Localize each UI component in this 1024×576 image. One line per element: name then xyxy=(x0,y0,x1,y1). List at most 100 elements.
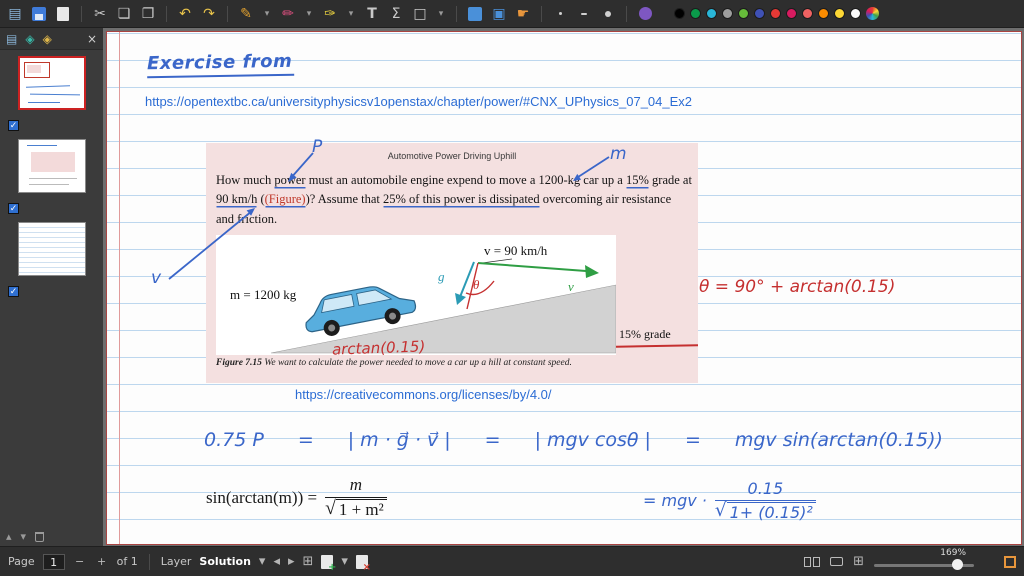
toolbar-separator xyxy=(81,5,82,22)
prev-annotated-page-icon[interactable]: ◂ xyxy=(273,554,280,569)
color-swatch[interactable] xyxy=(818,8,829,19)
copy-icon[interactable]: ❏ xyxy=(115,4,133,24)
shape-dropdown-icon[interactable]: ▾ xyxy=(435,4,447,24)
next-annotated-page-icon[interactable]: ▸ xyxy=(288,554,295,569)
active-color-dot xyxy=(638,7,652,20)
highlighter-tool-icon[interactable]: ✏ xyxy=(279,4,297,24)
active-color-icon[interactable] xyxy=(636,4,654,24)
new-document-icon[interactable] xyxy=(54,4,72,24)
selection-square-icon xyxy=(468,6,482,21)
text-tool-icon[interactable]: T xyxy=(363,4,381,24)
app-window: ▤ ✂ ❏ ❐ ↶ ↷ ✎ ▾ ✏ ▾ ✑ ▾ T Σ □ ▾ ▣ ☛ ▤ ◈ … xyxy=(0,0,1024,576)
color-swatch[interactable] xyxy=(754,8,765,19)
zoom-slider-handle[interactable] xyxy=(952,558,963,570)
select-tool-icon[interactable] xyxy=(466,4,484,24)
arrow-v xyxy=(168,210,253,280)
page-checkbox-3[interactable]: ✓ xyxy=(8,286,19,297)
zoom-level-label: 169% xyxy=(940,547,966,558)
close-sidebar-icon[interactable]: × xyxy=(87,32,97,46)
page-thumbnail-2[interactable] xyxy=(17,139,86,193)
toolbar-separator xyxy=(166,5,167,22)
trig-identity-formula: sin(arctan(m)) = m √ 1 + m² xyxy=(206,475,387,520)
layer-dropdown-icon[interactable]: ▾ xyxy=(259,554,266,569)
color-swatch[interactable] xyxy=(786,8,797,19)
line-width-fine-icon[interactable] xyxy=(551,4,569,24)
color-swatch[interactable] xyxy=(738,8,749,19)
grid-snap-icon[interactable]: ⊞ xyxy=(303,554,314,569)
floppy-icon xyxy=(32,6,46,21)
pages-tab-icon[interactable]: ▤ xyxy=(6,32,17,46)
color-swatch[interactable] xyxy=(770,8,781,19)
toolbar-separator xyxy=(227,5,228,22)
redo-icon[interactable]: ↷ xyxy=(200,4,218,24)
work-equation-line: 0.75 P = | m · g⃗ · v⃗ | = | mgv cosθ | … xyxy=(204,429,943,451)
thumb1-sketch xyxy=(26,65,41,73)
marker-tool-icon[interactable]: ✑ xyxy=(321,4,339,24)
status-bar: Page 1 − + of 1 Layer Solution ▾ ◂ ▸ ⊞ +… xyxy=(0,546,1024,576)
canvas-area: Exercise from https://opentextbc.ca/univ… xyxy=(103,28,1024,546)
cut-icon[interactable]: ✂ xyxy=(91,4,109,24)
menu-icon[interactable]: ▤ xyxy=(6,4,24,24)
paste-icon[interactable]: ❐ xyxy=(139,4,157,24)
sidebar-tabs: ▤ ◈ ◈ × xyxy=(0,28,103,50)
page-checkbox-1[interactable]: ✓ xyxy=(8,120,19,131)
page-checkbox-2[interactable]: ✓ xyxy=(8,203,19,214)
annotation-arrows-svg xyxy=(168,152,610,280)
sidebar-bottom-toolbar: ▴ ▾ xyxy=(6,530,45,543)
zoom-control: 169% xyxy=(874,547,994,576)
marker-dropdown-icon[interactable]: ▾ xyxy=(345,4,357,24)
color-swatch[interactable] xyxy=(690,8,701,19)
page-thumbnail-3[interactable] xyxy=(17,222,86,276)
math-tool-icon[interactable]: Σ xyxy=(387,4,405,24)
add-page-dropdown-icon[interactable]: ▾ xyxy=(341,554,348,569)
move-page-up-icon[interactable]: ▴ xyxy=(6,530,12,543)
page-thumbnail-1[interactable] xyxy=(17,56,86,110)
layerstack-tab-icon[interactable]: ◈ xyxy=(43,32,52,46)
add-page-icon[interactable]: + xyxy=(321,554,336,573)
toolbar-separator xyxy=(541,5,542,22)
layer-select-value[interactable]: Solution xyxy=(199,555,251,568)
color-swatch[interactable] xyxy=(674,8,685,19)
delete-page-icon-statusbar[interactable]: × xyxy=(355,554,371,573)
save-icon[interactable] xyxy=(30,4,48,24)
page-count-label: of 1 xyxy=(116,555,138,568)
fullscreen-icon[interactable] xyxy=(1004,555,1016,568)
dual-page-view-icon[interactable] xyxy=(804,556,821,567)
toolbar-separator xyxy=(626,5,627,22)
presentation-mode-icon[interactable] xyxy=(830,557,844,566)
color-picker-icon[interactable] xyxy=(866,7,879,20)
grid-view-icon[interactable]: ⊞ xyxy=(853,554,864,569)
page-decrement-button[interactable]: − xyxy=(73,555,87,568)
line-width-medium-icon[interactable] xyxy=(575,4,593,24)
statusbar-right-group: ⊞ 169% xyxy=(804,547,1016,576)
document-icon xyxy=(57,6,69,21)
undo-icon[interactable]: ↶ xyxy=(176,4,194,24)
color-swatch[interactable] xyxy=(722,8,733,19)
statusbar-separator xyxy=(148,553,150,570)
color-swatch[interactable] xyxy=(834,8,845,19)
final-expression: = mgv · 0.15 √ 1+ (0.15)² xyxy=(643,479,816,522)
sidebar: ▤ ◈ ◈ × ✓ ✓ ✓ ▴ ▾ xyxy=(0,28,103,546)
arrow-m xyxy=(574,156,610,180)
pen-dropdown-icon[interactable]: ▾ xyxy=(261,4,273,24)
highlighter-dropdown-icon[interactable]: ▾ xyxy=(303,4,315,24)
notebook-page[interactable]: Exercise from https://opentextbc.ca/univ… xyxy=(106,31,1022,545)
main-toolbar: ▤ ✂ ❏ ❐ ↶ ↷ ✎ ▾ ✏ ▾ ✑ ▾ T Σ □ ▾ ▣ ☛ xyxy=(0,0,1024,28)
layer-label: Layer xyxy=(160,555,192,568)
page-label: Page xyxy=(8,555,35,568)
page-number-input[interactable]: 1 xyxy=(42,553,65,570)
color-swatch[interactable] xyxy=(706,8,717,19)
line-width-thick-icon[interactable] xyxy=(599,4,617,24)
pen-tool-icon[interactable]: ✎ xyxy=(237,4,255,24)
hand-tool-icon[interactable]: ☛ xyxy=(514,4,532,24)
layers-tab-icon[interactable]: ◈ xyxy=(25,32,34,46)
shape-tool-icon[interactable]: □ xyxy=(411,4,429,24)
image-tool-icon[interactable]: ▣ xyxy=(490,4,508,24)
color-palette xyxy=(674,7,879,20)
delete-page-icon[interactable] xyxy=(35,531,45,542)
color-swatch[interactable] xyxy=(802,8,813,19)
color-swatch[interactable] xyxy=(850,8,861,19)
move-page-down-icon[interactable]: ▾ xyxy=(21,530,27,543)
page-increment-button[interactable]: + xyxy=(95,555,109,568)
page-thumbnails: ✓ ✓ ✓ xyxy=(0,50,103,297)
